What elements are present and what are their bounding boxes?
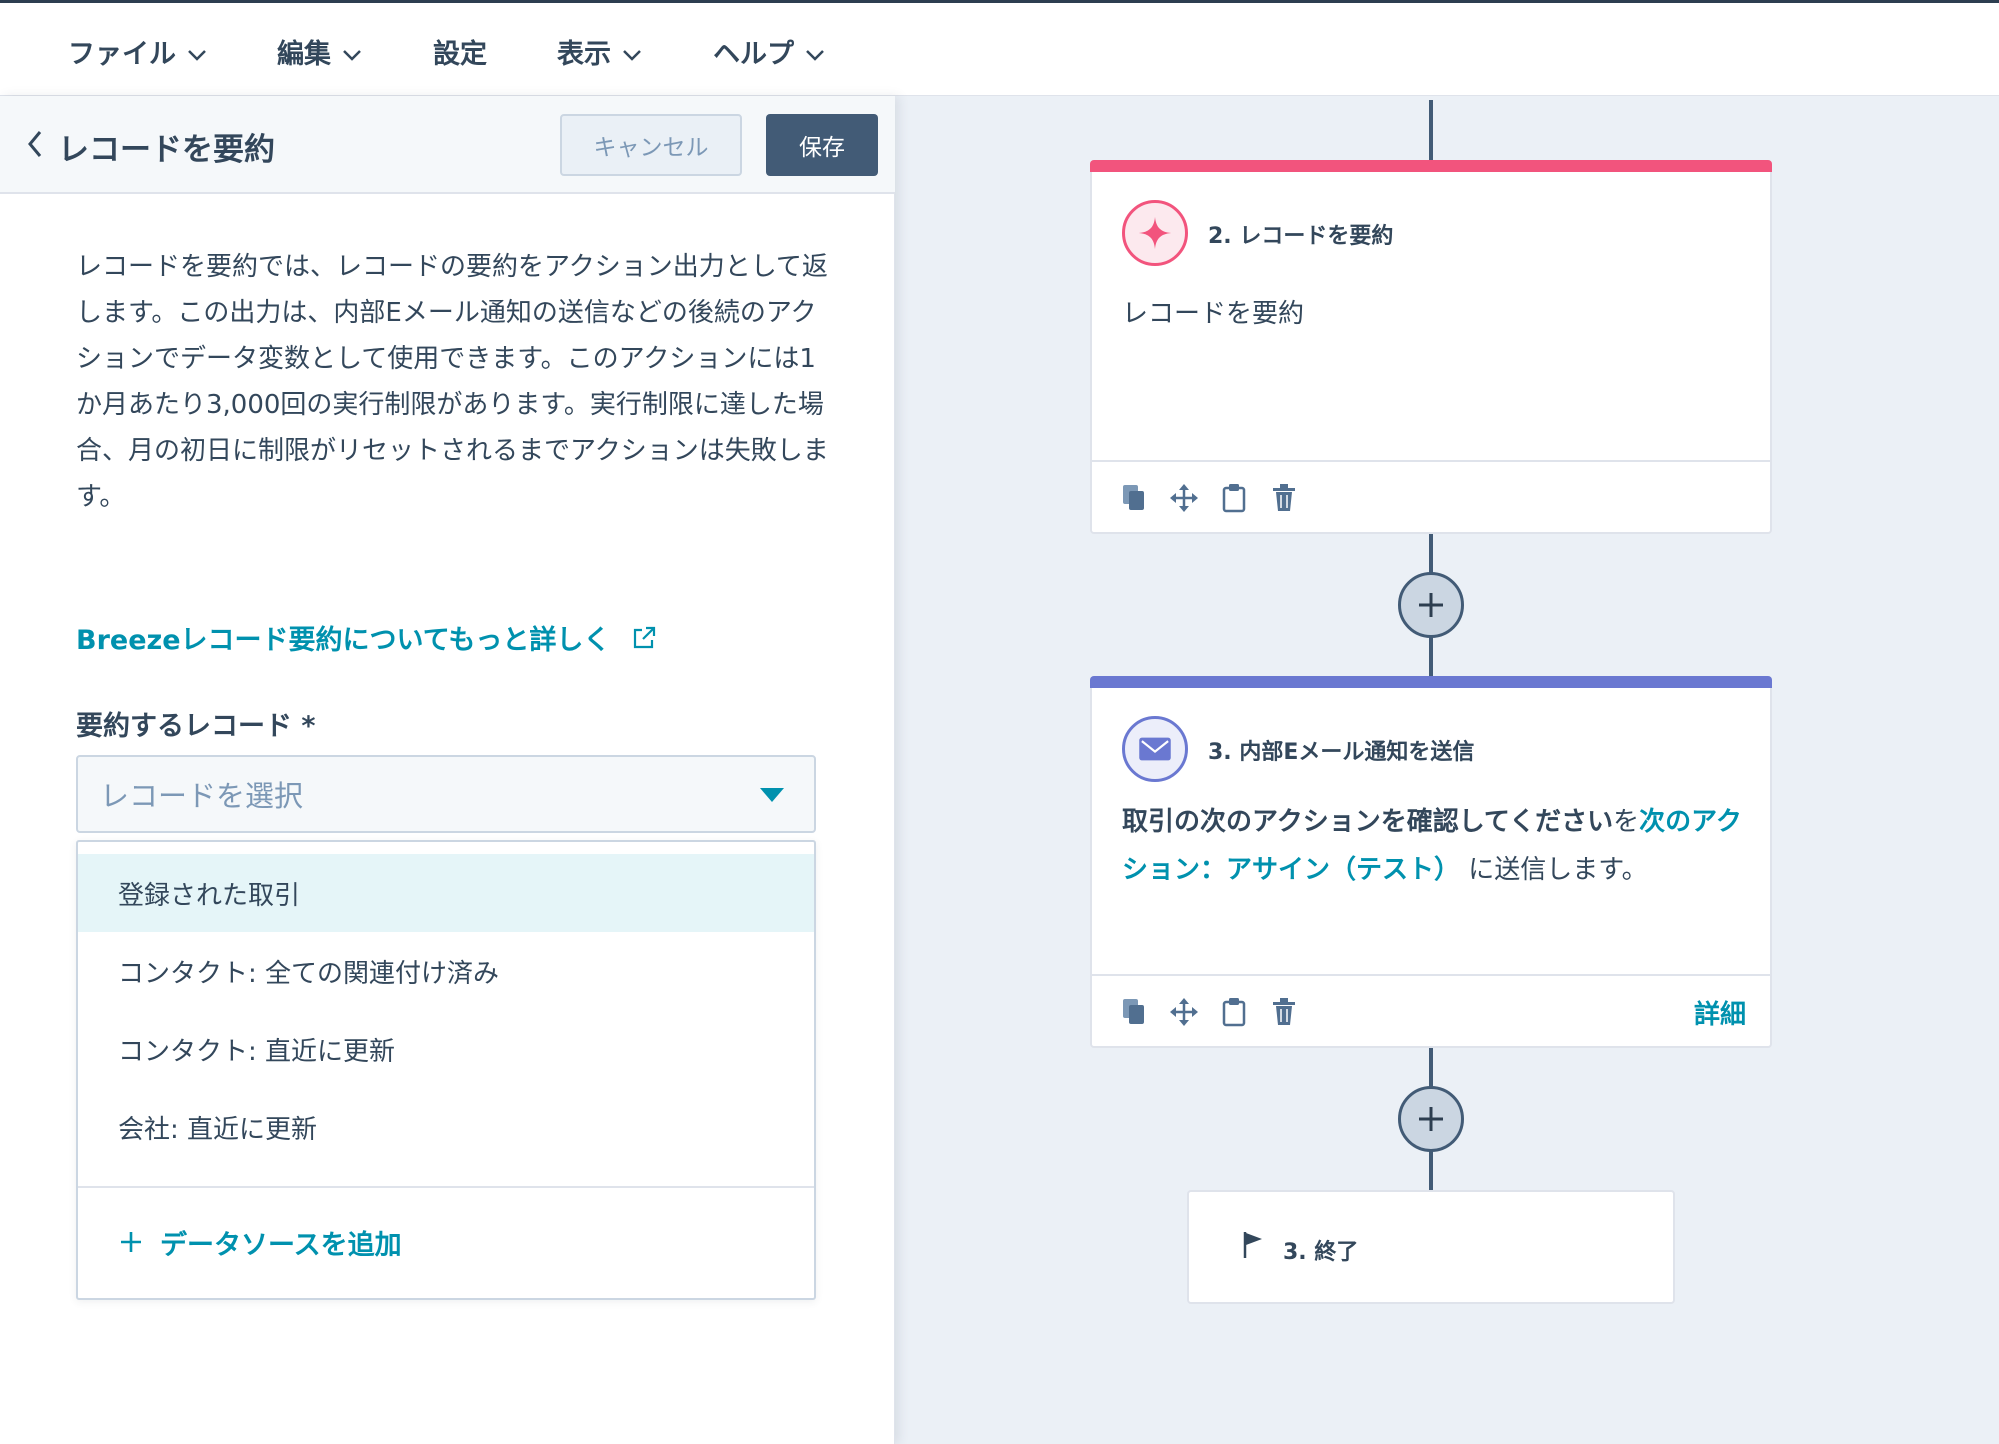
email-subject: 取引の次のアクションを確認してください xyxy=(1122,807,1614,837)
workflow-end-card[interactable]: 3. 終了 xyxy=(1187,1190,1675,1304)
action-description: レコードを要約では、レコードの要約をアクション出力として返します。この出力は、内… xyxy=(76,252,829,512)
record-dropdown: 登録された取引 コンタクト: 全ての関連付け済み コンタクト: 直近に更新 会社… xyxy=(76,840,816,1300)
trash-icon[interactable] xyxy=(1270,482,1298,514)
learn-more-link[interactable]: Breezeレコード要約についてもっと詳しく xyxy=(76,618,658,657)
dropdown-option[interactable]: コンタクト: 全ての関連付け済み xyxy=(78,932,814,1010)
chevron-down-icon xyxy=(802,41,828,61)
cancel-button[interactable]: キャンセル xyxy=(560,114,742,176)
back-chevron-icon[interactable] xyxy=(22,126,50,162)
menu-settings-label: 設定 xyxy=(433,38,487,70)
learn-more-label: Breezeレコード要約についてもっと詳しく xyxy=(76,625,611,656)
card-toolbar xyxy=(1092,460,1770,532)
card-title: 2. レコードを要約 xyxy=(1208,224,1394,249)
body-tail-text: に送信します。 xyxy=(1468,855,1648,885)
caret-down-icon xyxy=(760,788,784,802)
copy-icon[interactable] xyxy=(1120,996,1148,1028)
envelope-icon xyxy=(1122,716,1188,782)
connector-line xyxy=(1429,100,1433,162)
menu-help[interactable]: ヘルプ xyxy=(713,31,828,71)
card-body: レコードを要約 xyxy=(1122,299,1305,329)
dropdown-option[interactable]: 会社: 直近に更新 xyxy=(78,1088,814,1166)
panel-title: レコードを要約 xyxy=(58,132,275,168)
workflow-card-email[interactable]: 3. 内部Eメール通知を送信 取引の次のアクションを確認してくださいを次のアクシ… xyxy=(1090,676,1772,1048)
add-action-button[interactable] xyxy=(1398,572,1464,638)
plus-icon xyxy=(1419,1107,1443,1131)
plus-icon xyxy=(121,1232,141,1252)
external-link-icon xyxy=(634,626,656,648)
plus-icon xyxy=(1419,593,1443,617)
panel-header: レコードを要約 キャンセル 保存 xyxy=(0,96,895,194)
trash-icon[interactable] xyxy=(1270,996,1298,1028)
body-connector-text: を xyxy=(1613,807,1640,837)
add-action-button[interactable] xyxy=(1398,1086,1464,1152)
sparkle-icon xyxy=(1122,200,1188,266)
clipboard-icon[interactable] xyxy=(1220,482,1248,514)
dropdown-divider xyxy=(78,1186,814,1188)
record-select[interactable]: レコードを選択 xyxy=(76,755,816,833)
move-icon[interactable] xyxy=(1170,482,1198,514)
menu-edit-label: 編集 xyxy=(277,38,331,70)
copy-icon[interactable] xyxy=(1120,482,1148,514)
record-field-label: 要約するレコード * xyxy=(76,711,316,742)
record-select-placeholder: レコードを選択 xyxy=(100,779,304,813)
menu-file-label: ファイル xyxy=(68,38,176,70)
menu-view-label: 表示 xyxy=(557,38,611,70)
card-body: 取引の次のアクションを確認してくださいを次のアクション：アサイン（テスト） に送… xyxy=(1122,798,1742,894)
card-toolbar: 詳細 xyxy=(1092,974,1770,1046)
clipboard-icon[interactable] xyxy=(1220,996,1248,1028)
card-accent-bar xyxy=(1090,676,1772,688)
workflow-card-summarize[interactable]: 2. レコードを要約 レコードを要約 xyxy=(1090,160,1772,534)
save-button[interactable]: 保存 xyxy=(766,114,878,176)
details-link[interactable]: 詳細 xyxy=(1694,994,1746,1031)
card-title: 3. 内部Eメール通知を送信 xyxy=(1208,740,1475,765)
card-accent-bar xyxy=(1090,160,1772,172)
end-label: 3. 終了 xyxy=(1283,1240,1359,1265)
menu-help-label: ヘルプ xyxy=(713,38,794,70)
dropdown-option[interactable]: 登録された取引 xyxy=(78,854,814,932)
chevron-down-icon xyxy=(619,41,645,61)
menu-edit[interactable]: 編集 xyxy=(277,31,365,71)
action-panel: レコードを要約 キャンセル 保存 レコードを要約では、レコードの要約をアクション… xyxy=(0,96,895,1444)
menu-settings[interactable]: 設定 xyxy=(433,31,487,71)
menu-file[interactable]: ファイル xyxy=(68,31,210,71)
move-icon[interactable] xyxy=(1170,996,1198,1028)
menu-view[interactable]: 表示 xyxy=(557,31,645,71)
menu-bar: ファイル 編集 設定 表示 ヘルプ xyxy=(0,0,1999,96)
chevron-down-icon xyxy=(184,41,210,61)
add-data-source-label: データソースを追加 xyxy=(160,1229,402,1261)
dropdown-option[interactable]: コンタクト: 直近に更新 xyxy=(78,1010,814,1088)
chevron-down-icon xyxy=(339,41,365,61)
add-data-source-button[interactable]: データソースを追加 xyxy=(118,1222,402,1262)
flag-icon xyxy=(1243,1232,1262,1258)
